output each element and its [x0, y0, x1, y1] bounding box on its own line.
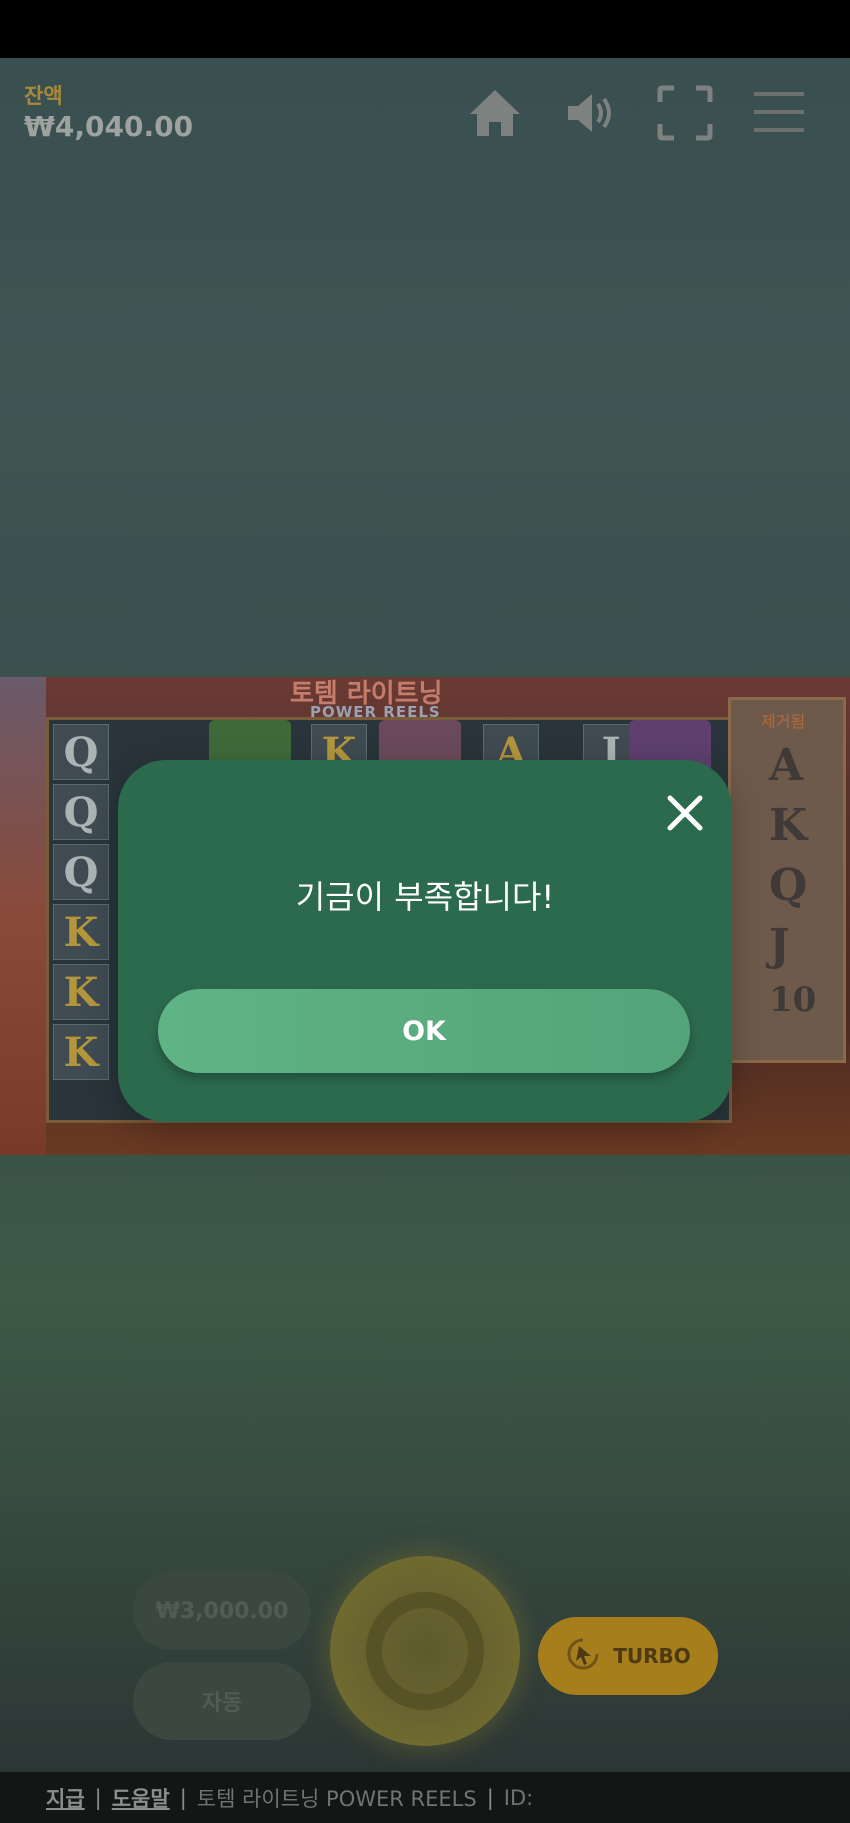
ok-button[interactable]: OK: [158, 989, 690, 1073]
balance-label: 잔액: [24, 84, 63, 108]
separator: |: [94, 1785, 102, 1810]
removed-symbol: 10: [769, 980, 817, 1020]
removed-label: 제거됨: [761, 712, 806, 731]
spin-icon: [366, 1592, 484, 1710]
game-subtitle: POWER REELS: [310, 703, 441, 721]
home-icon[interactable]: [466, 84, 524, 142]
dialog-message: 기금이 부족합니다!: [295, 878, 555, 916]
turbo-label: TURBO: [613, 1644, 691, 1668]
pay-link[interactable]: 지급: [46, 1783, 85, 1813]
reel-symbol: Q: [53, 724, 109, 780]
spin-button[interactable]: [330, 1556, 520, 1746]
reel-symbol: Q: [53, 784, 109, 840]
reel-column: Q Q Q K K K: [49, 720, 111, 1120]
id-label: ID:: [503, 1785, 534, 1810]
reel-symbol: K: [53, 904, 109, 960]
footer: 지급 | 도움말 | 토템 라이트닝 POWER REELS | ID:: [0, 1772, 850, 1823]
reel-symbol: K: [53, 1024, 109, 1080]
removed-symbol: A: [769, 740, 804, 791]
menu-icon[interactable]: [750, 84, 808, 142]
close-icon[interactable]: [662, 790, 708, 836]
turbo-icon: [565, 1636, 601, 1677]
removed-symbol: J: [769, 920, 790, 971]
insufficient-funds-dialog: 기금이 부족합니다! OK: [118, 760, 732, 1122]
balance-value: ₩4,040.00: [24, 110, 194, 143]
turbo-button[interactable]: TURBO: [538, 1617, 718, 1695]
separator: |: [179, 1785, 187, 1810]
bet-amount-button[interactable]: ₩3,000.00: [133, 1572, 311, 1650]
reel-symbol: Q: [53, 844, 109, 900]
reel-symbol: K: [53, 964, 109, 1020]
autoplay-button[interactable]: 자동: [133, 1662, 311, 1740]
totem-decoration: [0, 677, 46, 1155]
fullscreen-icon[interactable]: [656, 84, 714, 142]
removed-symbol: K: [769, 800, 808, 851]
removed-symbols-panel: 제거됨 A K Q J 10: [728, 697, 846, 1063]
help-link[interactable]: 도움말: [112, 1783, 170, 1813]
status-bar: [0, 0, 850, 58]
volume-icon[interactable]: [562, 84, 620, 142]
separator: |: [486, 1785, 494, 1810]
removed-symbol: Q: [769, 860, 808, 911]
game-name: 토템 라이트닝 POWER REELS: [196, 1786, 477, 1811]
